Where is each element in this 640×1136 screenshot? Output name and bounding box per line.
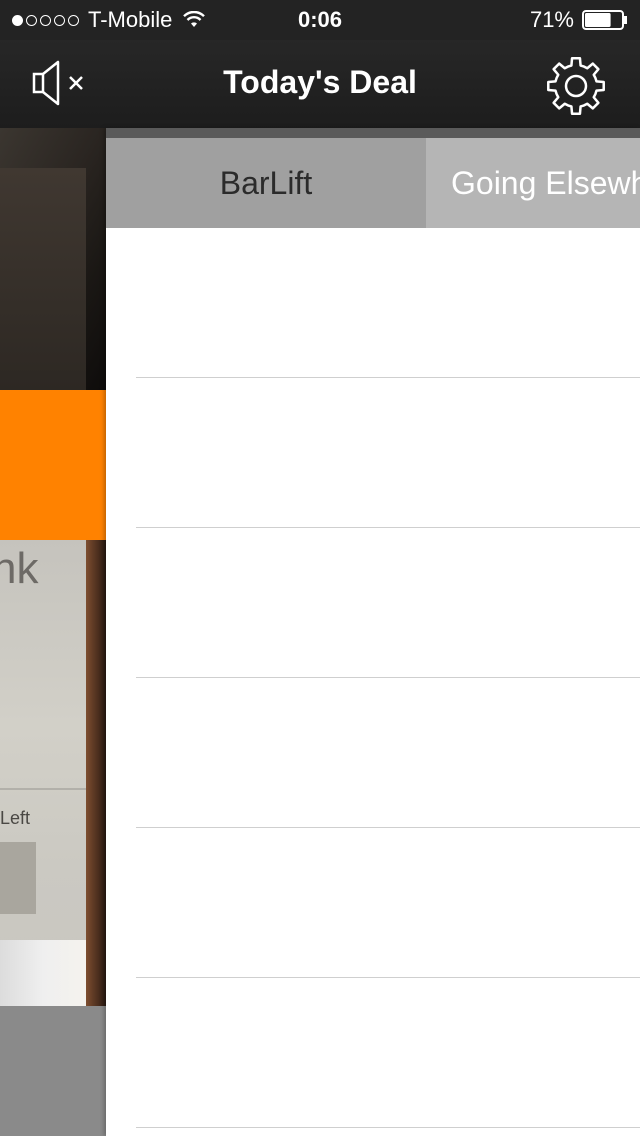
list-item[interactable] <box>106 828 640 978</box>
tab-going-elsewhere[interactable]: Going Elsewhere <box>426 138 640 228</box>
card-panel: nk Left <box>0 540 86 1006</box>
background-deal-card: ! nk Left <box>0 128 106 1136</box>
deal-drawer: BarLift Going Elsewhere <box>106 128 640 1136</box>
tab-strip-border <box>106 128 640 138</box>
row-divider <box>136 1127 640 1128</box>
card-headline: nk <box>0 544 39 593</box>
list-item[interactable] <box>106 978 640 1128</box>
card-photo <box>0 128 106 390</box>
card-divider <box>0 788 86 790</box>
status-right: 71% <box>530 7 628 33</box>
status-bar: T-Mobile 0:06 71% <box>0 0 640 40</box>
list-item[interactable] <box>106 228 640 378</box>
battery-icon <box>582 10 627 30</box>
row-list <box>106 228 640 1128</box>
card-left-label: Left <box>0 808 31 828</box>
card-content: nk Left <box>0 540 106 1006</box>
card-photo-panel <box>0 168 86 390</box>
list-item[interactable] <box>106 528 640 678</box>
card-action-button <box>0 842 36 914</box>
tab-barlift[interactable]: BarLift <box>106 138 426 228</box>
nav-bar: Today's Deal <box>0 40 640 128</box>
battery-percent: 71% <box>529 7 574 32</box>
card-bottom-strip <box>0 940 86 1006</box>
list-item[interactable] <box>106 378 640 528</box>
list-item[interactable] <box>106 678 640 828</box>
card-footer <box>0 1006 106 1136</box>
settings-button[interactable] <box>540 54 612 118</box>
card-orange-banner: ! <box>0 390 106 540</box>
gear-icon <box>547 57 605 115</box>
